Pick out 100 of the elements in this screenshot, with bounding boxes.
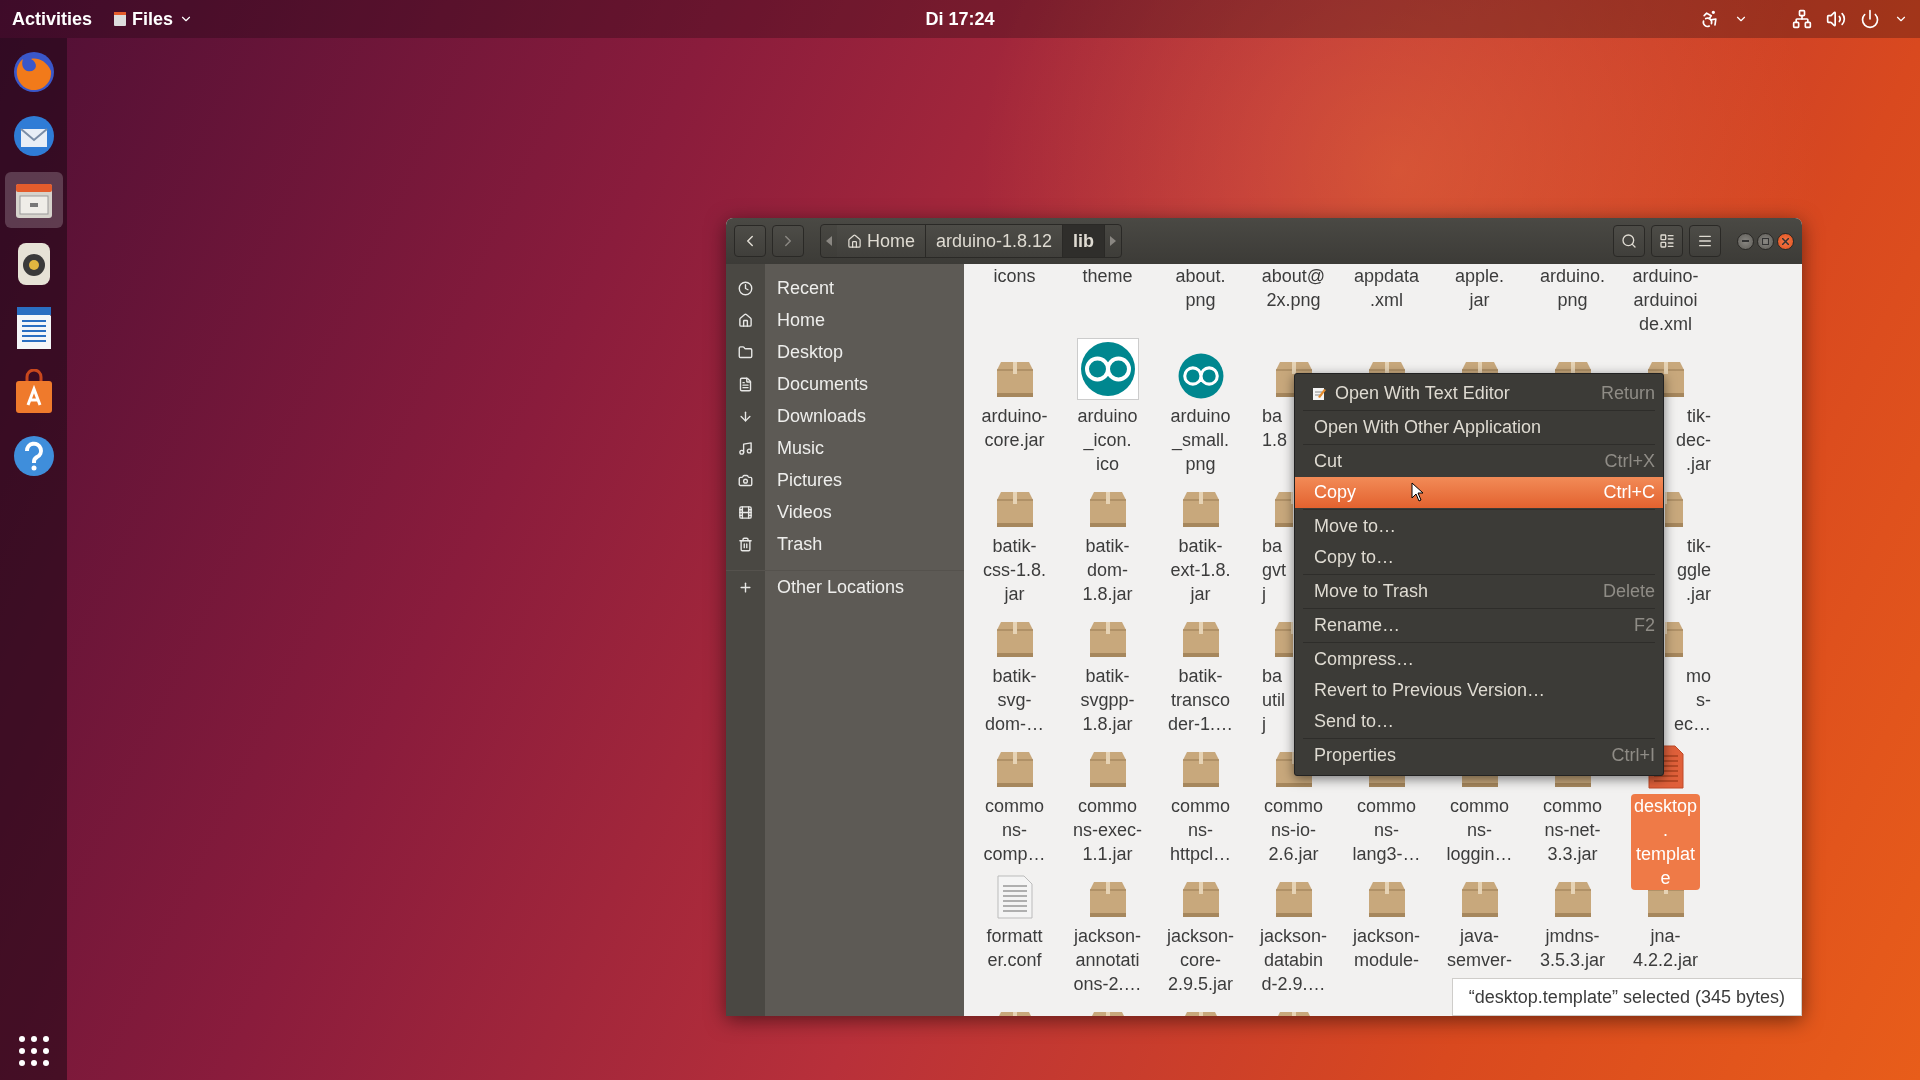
menu-item[interactable]: Rename… F2 (1295, 610, 1663, 641)
app-grid-icon[interactable] (18, 1036, 49, 1066)
file-name[interactable]: ba 1.8 (1259, 404, 1291, 452)
file-name[interactable]: commo ns-exec- 1.1.jar (1070, 794, 1145, 866)
close-icon (1782, 237, 1789, 245)
file-name[interactable]: batik- dom- 1.8.jar (1079, 534, 1136, 606)
back-button[interactable] (734, 225, 766, 257)
notepad-icon (1312, 386, 1326, 401)
help-icon (11, 434, 56, 478)
file-name[interactable]: arduino- arduinoi de.xml (1629, 264, 1702, 336)
app-menu[interactable]: Files (114, 8, 194, 30)
maximize-icon (1762, 237, 1769, 245)
sidebar-item[interactable]: Downloads (726, 400, 964, 432)
network-icon[interactable] (1792, 9, 1812, 29)
file-name[interactable]: apple. jar (1451, 264, 1507, 312)
film-icon (738, 504, 753, 520)
file-name[interactable]: tik- ggle .jar (1673, 534, 1714, 606)
file-name[interactable]: batik- css-1.8. jar (980, 534, 1049, 606)
infinity-logo-icon (1176, 352, 1225, 400)
status-text: “desktop.template” selected (345 bytes) (1451, 978, 1802, 1016)
file-name[interactable]: ba gvt j (1259, 534, 1289, 606)
accessibility-icon[interactable] (1700, 9, 1720, 29)
file-name[interactable]: arduino _icon. ico (1074, 404, 1141, 476)
file-name[interactable]: commo ns- lang3-… (1349, 794, 1424, 866)
file-name[interactable]: jackson- annotati ons-2.… (1070, 924, 1145, 996)
sidebar-item[interactable]: Recent (726, 272, 964, 304)
scroll-left-icon[interactable] (825, 236, 833, 246)
menu-item[interactable]: Revert to Previous Version… (1295, 675, 1663, 706)
file-name[interactable]: java- semver- (1444, 924, 1515, 972)
text-file-icon (995, 874, 1034, 920)
menu-item[interactable]: Compress… (1295, 644, 1663, 675)
menu-item[interactable]: Properties Ctrl+I (1295, 740, 1663, 771)
file-name[interactable]: about@ 2x.png (1258, 264, 1329, 312)
file-name[interactable]: jackson- databin d-2.9.… (1257, 924, 1330, 996)
sidebar-item[interactable]: Trash (726, 528, 964, 560)
menu-item[interactable]: Open With Text Editor Return (1295, 378, 1663, 409)
scroll-right-icon[interactable] (1109, 236, 1118, 246)
menu-item[interactable]: Open With Other Application (1295, 412, 1663, 443)
path-crumb[interactable]: lib (1063, 225, 1106, 257)
file-name[interactable]: jmdns- 3.5.3.jar (1536, 924, 1608, 972)
file-name[interactable]: batik- svgpp- 1.8.jar (1077, 664, 1138, 736)
close-button[interactable] (1777, 232, 1794, 250)
file-name[interactable]: arduino _small. png (1167, 404, 1234, 476)
file-name[interactable]: commo ns- comp… (980, 794, 1049, 866)
file-name[interactable]: tik- dec- .jar (1673, 404, 1714, 476)
menu-item[interactable]: Send to… (1295, 706, 1663, 737)
file-name[interactable]: jna- 4.2.2.jar (1629, 924, 1701, 972)
dock-item[interactable] (4, 172, 63, 228)
volume-icon[interactable] (1826, 9, 1846, 29)
folder-icon (738, 344, 753, 360)
menu-item[interactable]: Move to Trash Delete (1295, 576, 1663, 607)
home-icon (847, 233, 862, 249)
sidebar-item[interactable]: Documents (726, 368, 964, 400)
file-name[interactable]: batik- transco der-1.… (1165, 664, 1236, 736)
menu-item[interactable]: Cut Ctrl+X (1295, 446, 1663, 477)
file-name[interactable]: jackson- core- 2.9.5.jar (1164, 924, 1237, 996)
file-name[interactable]: about. png (1172, 264, 1229, 312)
file-name[interactable]: batik- svg- dom-… (982, 664, 1047, 736)
sidebar-item[interactable]: Videos (726, 496, 964, 528)
document-icon (738, 376, 753, 392)
view-toggle-button[interactable] (1651, 225, 1683, 257)
menu-button[interactable] (1689, 225, 1721, 257)
sidebar-item[interactable]: Music (726, 432, 964, 464)
clock-text[interactable]: Di 17:24 (925, 8, 995, 30)
file-name[interactable]: ba util j (1259, 664, 1288, 736)
file-name[interactable]: icons (990, 264, 1039, 288)
file-name[interactable]: commo ns-io- 2.6.jar (1261, 794, 1326, 866)
clock-icon (738, 280, 753, 296)
file-name[interactable]: batik- ext-1.8. jar (1167, 534, 1234, 606)
file-name[interactable]: jackson- module- (1350, 924, 1423, 972)
file-name[interactable]: arduino- core.jar (978, 404, 1051, 452)
minimize-button[interactable] (1737, 232, 1754, 250)
home-icon (738, 312, 753, 328)
search-button[interactable] (1613, 225, 1645, 257)
path-crumb[interactable]: Home (837, 225, 926, 257)
power-icon[interactable] (1860, 9, 1880, 29)
sidebar-item[interactable]: Other Locations (726, 570, 964, 603)
sidebar-item[interactable]: Desktop (726, 336, 964, 368)
file-cabinet-icon (114, 12, 127, 26)
maximize-button[interactable] (1757, 232, 1774, 250)
file-name[interactable]: commo ns- loggin… (1443, 794, 1516, 866)
menu-icon (1697, 233, 1713, 249)
plus-icon (738, 579, 753, 595)
mouse-pointer-icon (1411, 482, 1425, 502)
file-name[interactable]: commo ns-net- 3.3.jar (1540, 794, 1605, 866)
file-name[interactable]: theme (1079, 264, 1136, 288)
minimize-icon (1742, 240, 1749, 242)
path-crumb[interactable]: arduino-1.8.12 (926, 225, 1064, 257)
activities-button[interactable]: Activities (12, 8, 93, 30)
menu-item[interactable]: Copy to… (1295, 542, 1663, 573)
file-name[interactable]: arduino. png (1536, 264, 1609, 312)
file-name[interactable]: appdata .xml (1350, 264, 1423, 312)
camera-icon (738, 472, 753, 488)
file-name[interactable]: mo s- ec… (1671, 664, 1714, 736)
infinity-logo-thumbnail-icon (1076, 338, 1139, 400)
sidebar-item[interactable]: Pictures (726, 464, 964, 496)
sidebar-item[interactable]: Home (726, 304, 964, 336)
file-name[interactable]: formatt er.conf (983, 924, 1046, 972)
file-name[interactable]: commo ns- httpcl… (1167, 794, 1234, 866)
menu-item[interactable]: Move to… (1295, 511, 1663, 542)
